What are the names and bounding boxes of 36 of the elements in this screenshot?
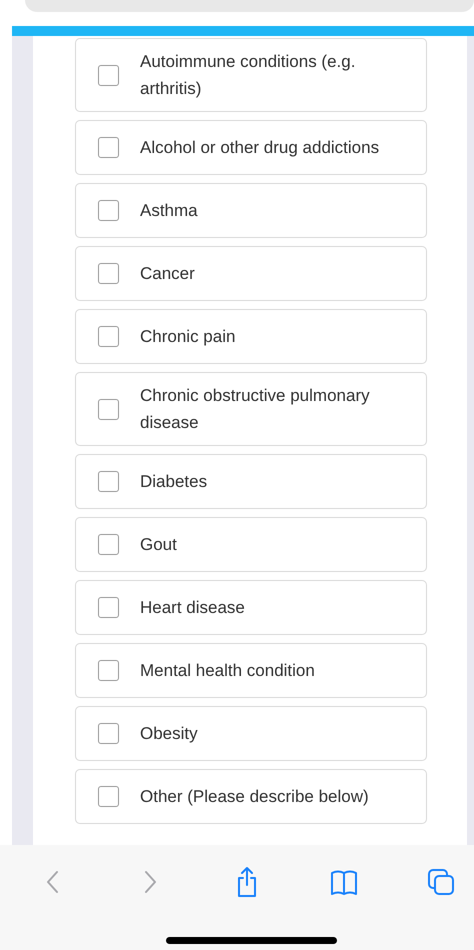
option-label: Chronic pain	[140, 326, 236, 348]
option-label: Autoimmune conditions (e.g. arthritis)	[140, 51, 356, 100]
checkbox[interactable]	[98, 786, 119, 807]
checkbox[interactable]	[98, 137, 119, 158]
checkbox-option[interactable]: Alcohol or other drug addictions	[75, 120, 427, 175]
checkbox[interactable]	[98, 200, 119, 221]
checkbox[interactable]	[98, 64, 119, 86]
option-label: Alcohol or other drug addictions	[140, 137, 380, 159]
option-label: Heart disease	[140, 597, 245, 619]
option-label: Mental health condition	[140, 660, 315, 682]
checkbox-option[interactable]: Asthma	[75, 183, 427, 238]
option-label: Cancer	[140, 263, 195, 285]
checkbox-option[interactable]: Diabetes	[75, 454, 427, 509]
checkbox-option[interactable]: Other (Please describe below)	[75, 769, 427, 824]
checkbox[interactable]	[98, 326, 119, 347]
checkbox-option[interactable]: Gout	[75, 517, 427, 572]
checkbox-option[interactable]: Autoimmune conditions (e.g. arthritis)	[75, 38, 427, 112]
option-label: Other (Please describe below)	[140, 786, 369, 808]
checkbox-option[interactable]: Mental health condition	[75, 643, 427, 698]
checkbox[interactable]	[98, 398, 119, 420]
checkbox-option[interactable]: Chronic obstructive pulmonary disease	[75, 372, 427, 446]
checkbox[interactable]	[98, 263, 119, 284]
checkbox-option[interactable]: Cancer	[75, 246, 427, 301]
option-label: Chronic obstructive pulmonary disease	[140, 385, 371, 434]
checkbox[interactable]	[98, 723, 119, 744]
checkbox[interactable]	[98, 660, 119, 681]
checkbox[interactable]	[98, 534, 119, 555]
checkbox-option[interactable]: Obesity	[75, 706, 427, 761]
checkbox-option[interactable]: Heart disease	[75, 580, 427, 635]
option-label: Obesity	[140, 723, 198, 745]
option-label: Asthma	[140, 200, 198, 222]
checkbox-option[interactable]: Chronic pain	[75, 309, 427, 364]
option-label: Gout	[140, 534, 177, 556]
checkbox[interactable]	[98, 471, 119, 492]
option-label: Diabetes	[140, 471, 208, 493]
checkbox[interactable]	[98, 597, 119, 618]
